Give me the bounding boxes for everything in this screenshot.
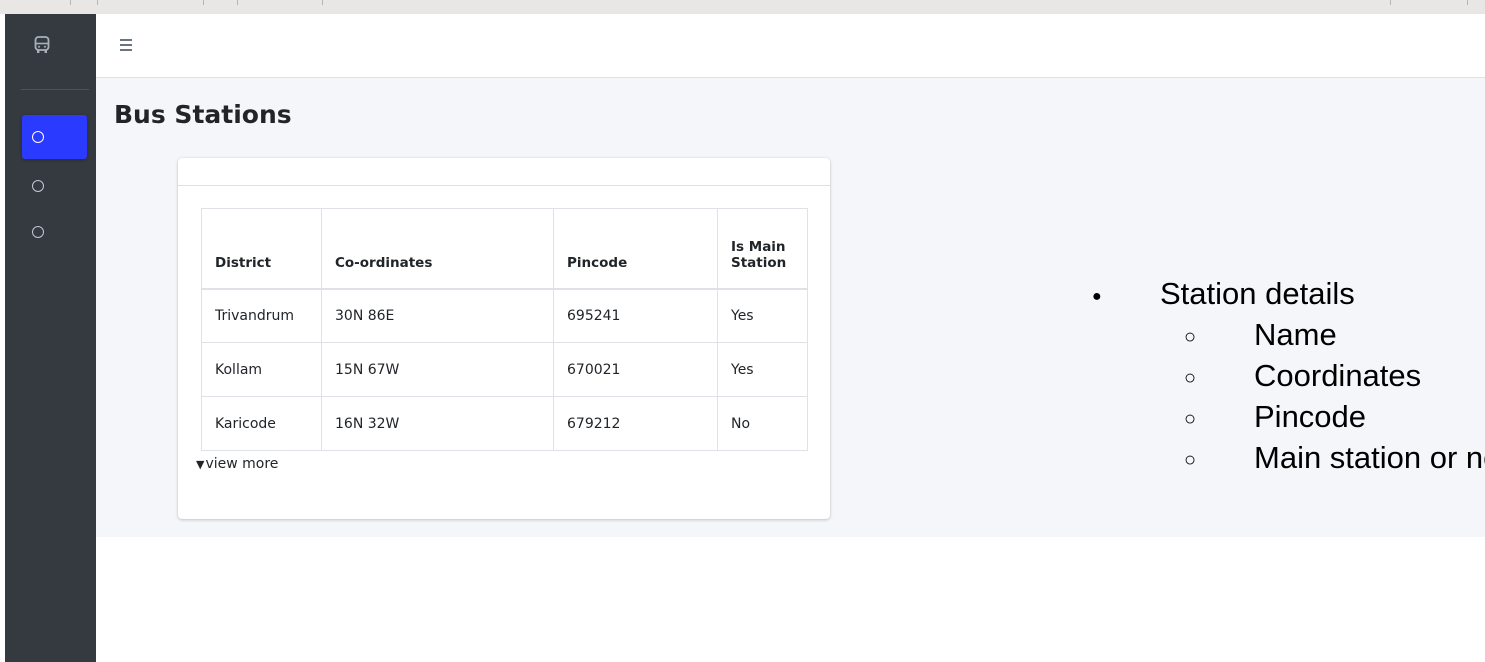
card-header [178,158,830,186]
notes-subitem-text: Main station or not [1254,440,1485,475]
top-navbar [96,14,1485,78]
sidebar-divider [21,89,89,90]
cell-coordinates: 30N 86E [321,288,554,343]
hamburger-icon[interactable] [120,39,132,54]
ring-bullet-icon: ○ [1184,326,1197,348]
cell-is-main-station: Yes [717,342,808,397]
table-row[interactable]: Karicode 16N 32W 679212 No [201,396,808,451]
page-title: Bus Stations [114,100,292,129]
cell-district: Trivandrum [201,288,322,343]
circle-icon [32,131,44,143]
caret-down-icon: ▼ [196,458,205,471]
notes-subitem-text: Name [1254,317,1337,352]
notes-subitem-text: Pincode [1254,399,1367,434]
cell-coordinates: 15N 67W [321,342,554,397]
table-row[interactable]: Trivandrum 30N 86E 695241 Yes [201,288,808,343]
view-more-toggle[interactable]: ▼view more [196,456,278,472]
stations-table: District Co-ordinates Pincode Is Main St… [201,208,808,451]
cell-is-main-station: No [717,396,808,451]
view-more-label: view more [205,456,279,472]
brand-link[interactable] [5,14,96,75]
cell-district: Karicode [201,396,322,451]
bus-icon [34,36,50,53]
sidebar-item-3[interactable] [22,210,87,254]
notes-subitem: ○ Main station or not [1184,440,1485,478]
circle-icon [32,180,44,192]
sidebar [5,14,96,662]
stations-card: District Co-ordinates Pincode Is Main St… [178,158,830,519]
browser-top-strip [0,0,1485,15]
notes-heading: Station details [1160,276,1355,311]
cell-is-main-station: Yes [717,288,808,343]
sidebar-item-1[interactable] [22,115,87,159]
column-header-district[interactable]: District [201,208,322,290]
table-row[interactable]: Kollam 15N 67W 670021 Yes [201,342,808,397]
cell-pincode: 695241 [553,288,718,343]
circle-icon [32,226,44,238]
column-header-is-main-station[interactable]: Is Main Station [717,208,808,290]
ring-bullet-icon: ○ [1184,367,1197,389]
notes-subitem: ○ Name [1184,317,1384,355]
cell-coordinates: 16N 32W [321,396,554,451]
bullet-icon: ● [1092,288,1102,305]
ring-bullet-icon: ○ [1184,408,1197,430]
sidebar-item-2[interactable] [22,164,87,208]
table-header-row: District Co-ordinates Pincode Is Main St… [201,208,808,290]
notes-subitem-text: Coordinates [1254,358,1422,393]
ring-bullet-icon: ○ [1184,449,1197,471]
content-area: Bus Stations District Co-ordinates Pinco… [96,78,1485,537]
notes-subitem: ○ Coordinates [1184,358,1421,396]
column-header-coordinates[interactable]: Co-ordinates [321,208,554,290]
notes-subitem: ○ Pincode [1184,399,1384,437]
cell-pincode: 670021 [553,342,718,397]
column-header-pincode[interactable]: Pincode [553,208,718,290]
cell-pincode: 679212 [553,396,718,451]
cell-district: Kollam [201,342,322,397]
